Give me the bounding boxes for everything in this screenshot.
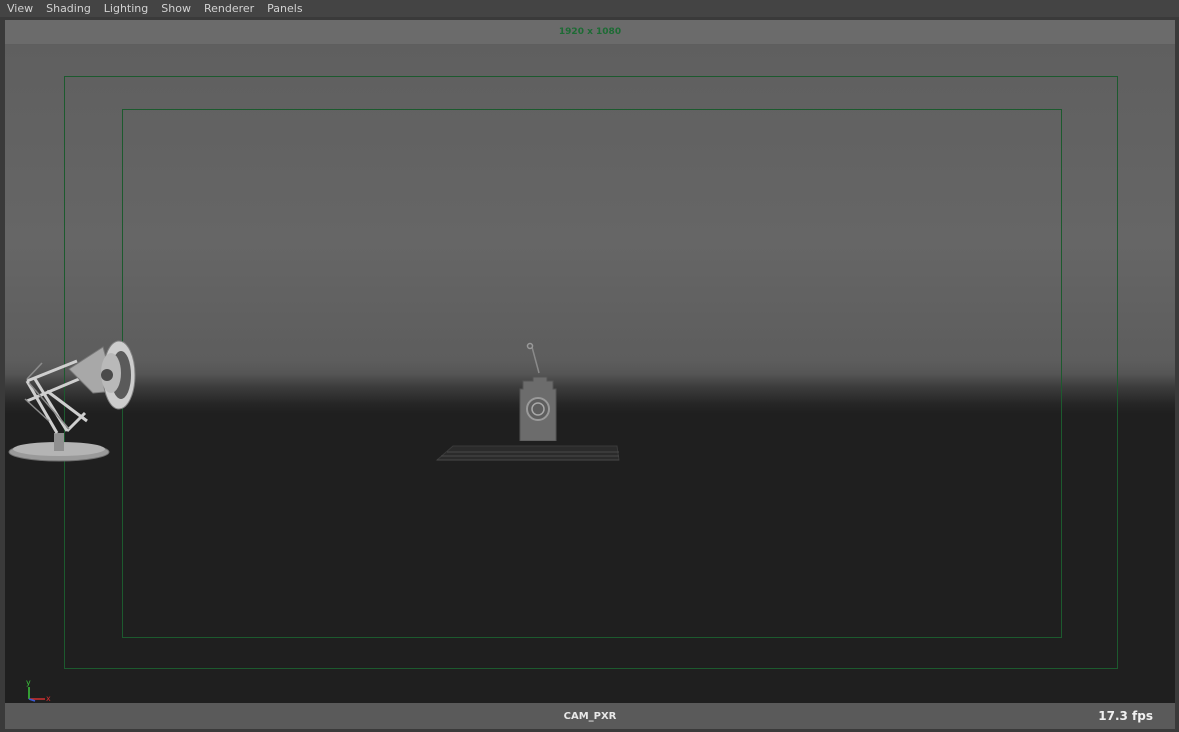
menu-view[interactable]: View [0, 0, 39, 17]
desk-lamp[interactable] [7, 321, 139, 466]
axis-y-label: y [26, 678, 31, 687]
viewport-canvas[interactable]: y x [5, 45, 1175, 703]
resolution-gate-label: 1920 x 1080 [558, 27, 622, 37]
ground-platform [435, 445, 620, 461]
menu-show[interactable]: Show [154, 0, 197, 17]
menu-renderer[interactable]: Renderer [197, 0, 260, 17]
safe-area-gate [122, 109, 1062, 638]
viewport-footer: CAM_PXR 17.3 fps [5, 703, 1175, 729]
radio-model[interactable] [515, 341, 565, 441]
viewport-header: 1920 x 1080 [5, 20, 1175, 45]
menu-lighting[interactable]: Lighting [97, 0, 154, 17]
camera-name-label: CAM_PXR [563, 710, 617, 722]
menu-bar: View Shading Lighting Show Renderer Pane… [0, 0, 1179, 17]
axis-x-label: x [46, 694, 51, 703]
menu-panels[interactable]: Panels [260, 0, 308, 17]
menu-shading[interactable]: Shading [39, 0, 97, 17]
fps-counter: 17.3 fps [1098, 709, 1153, 723]
axis-gizmo-icon: y x [26, 678, 51, 703]
